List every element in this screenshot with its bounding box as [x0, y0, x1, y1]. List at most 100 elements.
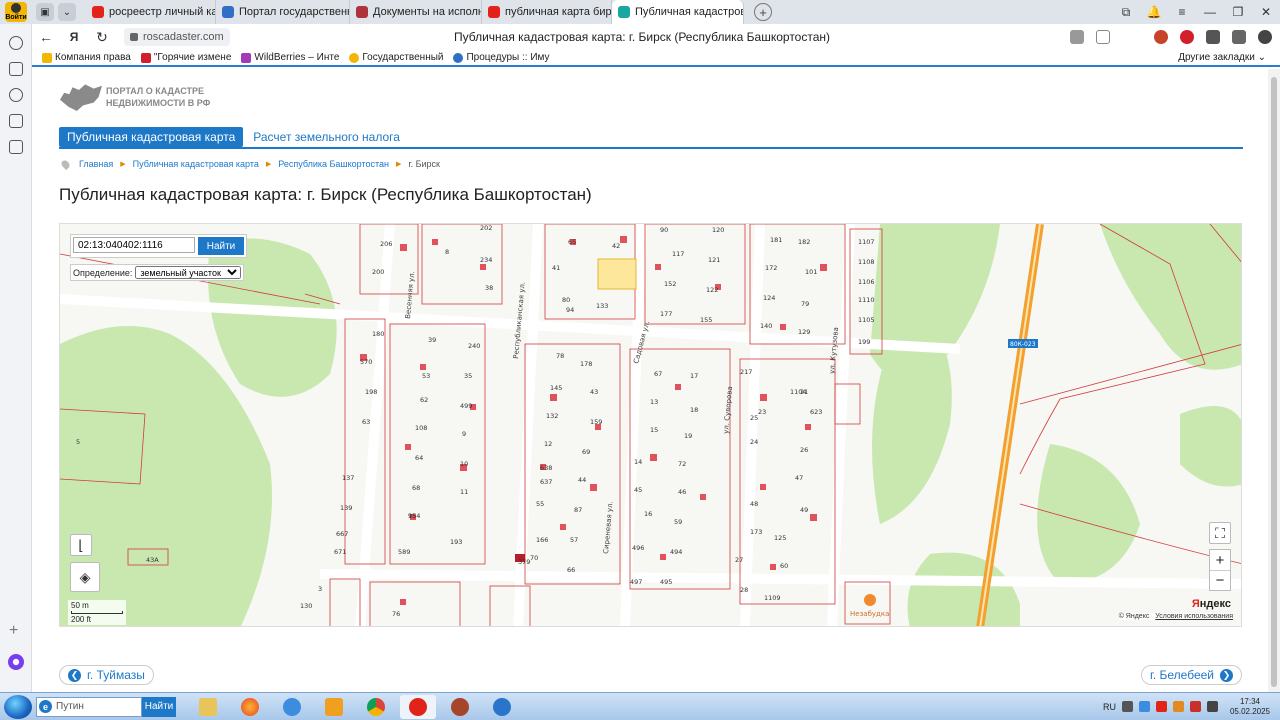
- parcel-number[interactable]: 122: [706, 286, 718, 294]
- notifications-icon[interactable]: 🔔: [1140, 5, 1168, 19]
- bookmark-item[interactable]: Государственный: [349, 52, 443, 63]
- taskbar-firefox[interactable]: [232, 695, 268, 719]
- language-indicator[interactable]: RU: [1103, 702, 1116, 712]
- nav-cadastral-map[interactable]: Публичная кадастровая карта: [59, 127, 244, 147]
- parcel-number[interactable]: 76: [392, 610, 400, 618]
- parcel-number[interactable]: 120: [712, 226, 724, 234]
- parcel-number[interactable]: 38: [485, 284, 493, 292]
- parcel-number[interactable]: 496: [632, 544, 644, 552]
- start-button[interactable]: [4, 694, 32, 719]
- parcel-number[interactable]: 70: [530, 554, 538, 562]
- parcel-number[interactable]: 90: [660, 226, 668, 234]
- parcel-number[interactable]: 623: [810, 408, 822, 416]
- parcel-number[interactable]: 42: [612, 242, 620, 250]
- parcel-number[interactable]: 108: [415, 424, 427, 432]
- taskbar-chrome[interactable]: [358, 695, 394, 719]
- parcel-number[interactable]: 8: [445, 248, 449, 256]
- parcel-number[interactable]: 152: [664, 280, 676, 288]
- bookmark-icon[interactable]: [1070, 30, 1084, 44]
- network-icon[interactable]: [1138, 701, 1150, 712]
- parcel-number[interactable]: 79: [801, 300, 809, 308]
- parcel-number[interactable]: 198: [365, 388, 377, 396]
- parcel-number[interactable]: 95: [408, 512, 416, 520]
- parcel-number[interactable]: 638: [540, 464, 552, 472]
- parcel-number[interactable]: 45: [634, 486, 642, 494]
- parcel-number[interactable]: 68: [412, 484, 420, 492]
- parcel-number[interactable]: 60: [780, 562, 788, 570]
- page-scrollbar[interactable]: [1268, 69, 1280, 692]
- parcel-number[interactable]: 124: [763, 294, 775, 302]
- cadastral-map[interactable]: 80К-023 Весенняя ул. Республиканская ул.…: [59, 223, 1242, 627]
- parcel-number[interactable]: 43A: [146, 556, 159, 564]
- parcel-number[interactable]: 67: [654, 370, 662, 378]
- zoom-in-button[interactable]: +: [1210, 550, 1230, 570]
- parcel-number[interactable]: 59: [674, 518, 682, 526]
- parcel-number[interactable]: 132: [546, 412, 558, 420]
- parcel-number[interactable]: 667: [336, 530, 348, 538]
- parcel-number[interactable]: 19: [684, 432, 692, 440]
- parcel-number[interactable]: 172: [765, 264, 777, 272]
- prev-city-button[interactable]: ❮ г. Туймазы: [59, 665, 154, 685]
- parcel-number[interactable]: 87: [574, 506, 582, 514]
- extension-icon[interactable]: [1154, 30, 1168, 44]
- parcel-number[interactable]: 44: [578, 476, 586, 484]
- taskbar-search-button[interactable]: Найти: [142, 696, 176, 717]
- history-icon[interactable]: [8, 36, 23, 50]
- parcel-number[interactable]: 121: [708, 256, 720, 264]
- breadcrumb-map[interactable]: Публичная кадастровая карта: [133, 159, 259, 169]
- parcel-number[interactable]: 65: [568, 238, 576, 246]
- parcel-number[interactable]: 145: [550, 384, 562, 392]
- downloads-icon[interactable]: [1258, 30, 1272, 44]
- parcel-number[interactable]: 26: [800, 446, 808, 454]
- yandex-logo[interactable]: Яндекс: [1192, 598, 1231, 610]
- parcel-number[interactable]: 24: [750, 438, 758, 446]
- parcel-number[interactable]: 15: [650, 426, 658, 434]
- parcel-number[interactable]: 155: [700, 316, 712, 324]
- parcel-number[interactable]: 193: [450, 538, 462, 546]
- parcel-number[interactable]: 46: [678, 488, 686, 496]
- bookmark-item[interactable]: Процедуры :: Иму: [453, 52, 550, 63]
- parcel-number[interactable]: 101: [805, 268, 817, 276]
- parcel-number[interactable]: 1106: [858, 278, 875, 286]
- next-city-button[interactable]: г. Белебеей ❯: [1140, 665, 1242, 685]
- parcel-number[interactable]: 499: [460, 402, 472, 410]
- parcel-number[interactable]: 133: [596, 302, 608, 310]
- zoom-out-button[interactable]: −: [1210, 570, 1230, 590]
- parcel-number[interactable]: 570: [360, 358, 372, 366]
- parcel-number[interactable]: 28: [740, 586, 748, 594]
- fullscreen-button[interactable]: ⛶: [1209, 522, 1231, 544]
- parcel-number[interactable]: 63: [362, 418, 370, 426]
- layers-button[interactable]: ◈: [70, 562, 100, 592]
- parcel-number[interactable]: 3: [318, 585, 322, 593]
- tab-gosuslugi[interactable]: Портал государственных: [216, 0, 350, 24]
- parcel-number[interactable]: 125: [774, 534, 786, 542]
- selected-parcel[interactable]: [597, 258, 637, 290]
- parcel-number[interactable]: 1104: [790, 388, 807, 396]
- breadcrumb-region[interactable]: Республика Башкортостан: [278, 159, 389, 169]
- parcel-number[interactable]: 159: [590, 418, 602, 426]
- parcel-number[interactable]: 202: [480, 224, 492, 232]
- parcel-number[interactable]: 379: [518, 558, 530, 566]
- parcel-number[interactable]: 12: [544, 440, 552, 448]
- parcel-number[interactable]: 39: [428, 336, 436, 344]
- bookmark-item[interactable]: "Горячие измене: [140, 52, 231, 63]
- parcel-number[interactable]: 78: [556, 352, 564, 360]
- parcel-number[interactable]: 5: [76, 438, 80, 446]
- parcel-number[interactable]: 589: [398, 548, 410, 556]
- tab-search-birsk[interactable]: публичная карта бирск: [482, 0, 612, 24]
- parcel-number[interactable]: 671: [334, 548, 346, 556]
- taskbar-explorer[interactable]: [190, 695, 226, 719]
- minimize-icon[interactable]: —: [1196, 5, 1224, 19]
- parcel-number[interactable]: 49: [800, 506, 808, 514]
- shop-poi[interactable]: Незабудка: [850, 594, 889, 618]
- parcel-number[interactable]: 48: [750, 500, 758, 508]
- parcel-number[interactable]: 9: [462, 430, 466, 438]
- parcel-number[interactable]: 173: [750, 528, 762, 536]
- yandex-home-icon[interactable]: Я: [60, 30, 88, 44]
- yandex-account[interactable]: Войти: [0, 0, 32, 24]
- parcel-number[interactable]: 206: [380, 240, 392, 248]
- definition-select[interactable]: земельный участок: [135, 266, 242, 279]
- cadastral-number-input[interactable]: [73, 237, 195, 253]
- parcel-number[interactable]: 140: [760, 322, 772, 330]
- parcel-number[interactable]: 18: [690, 406, 698, 414]
